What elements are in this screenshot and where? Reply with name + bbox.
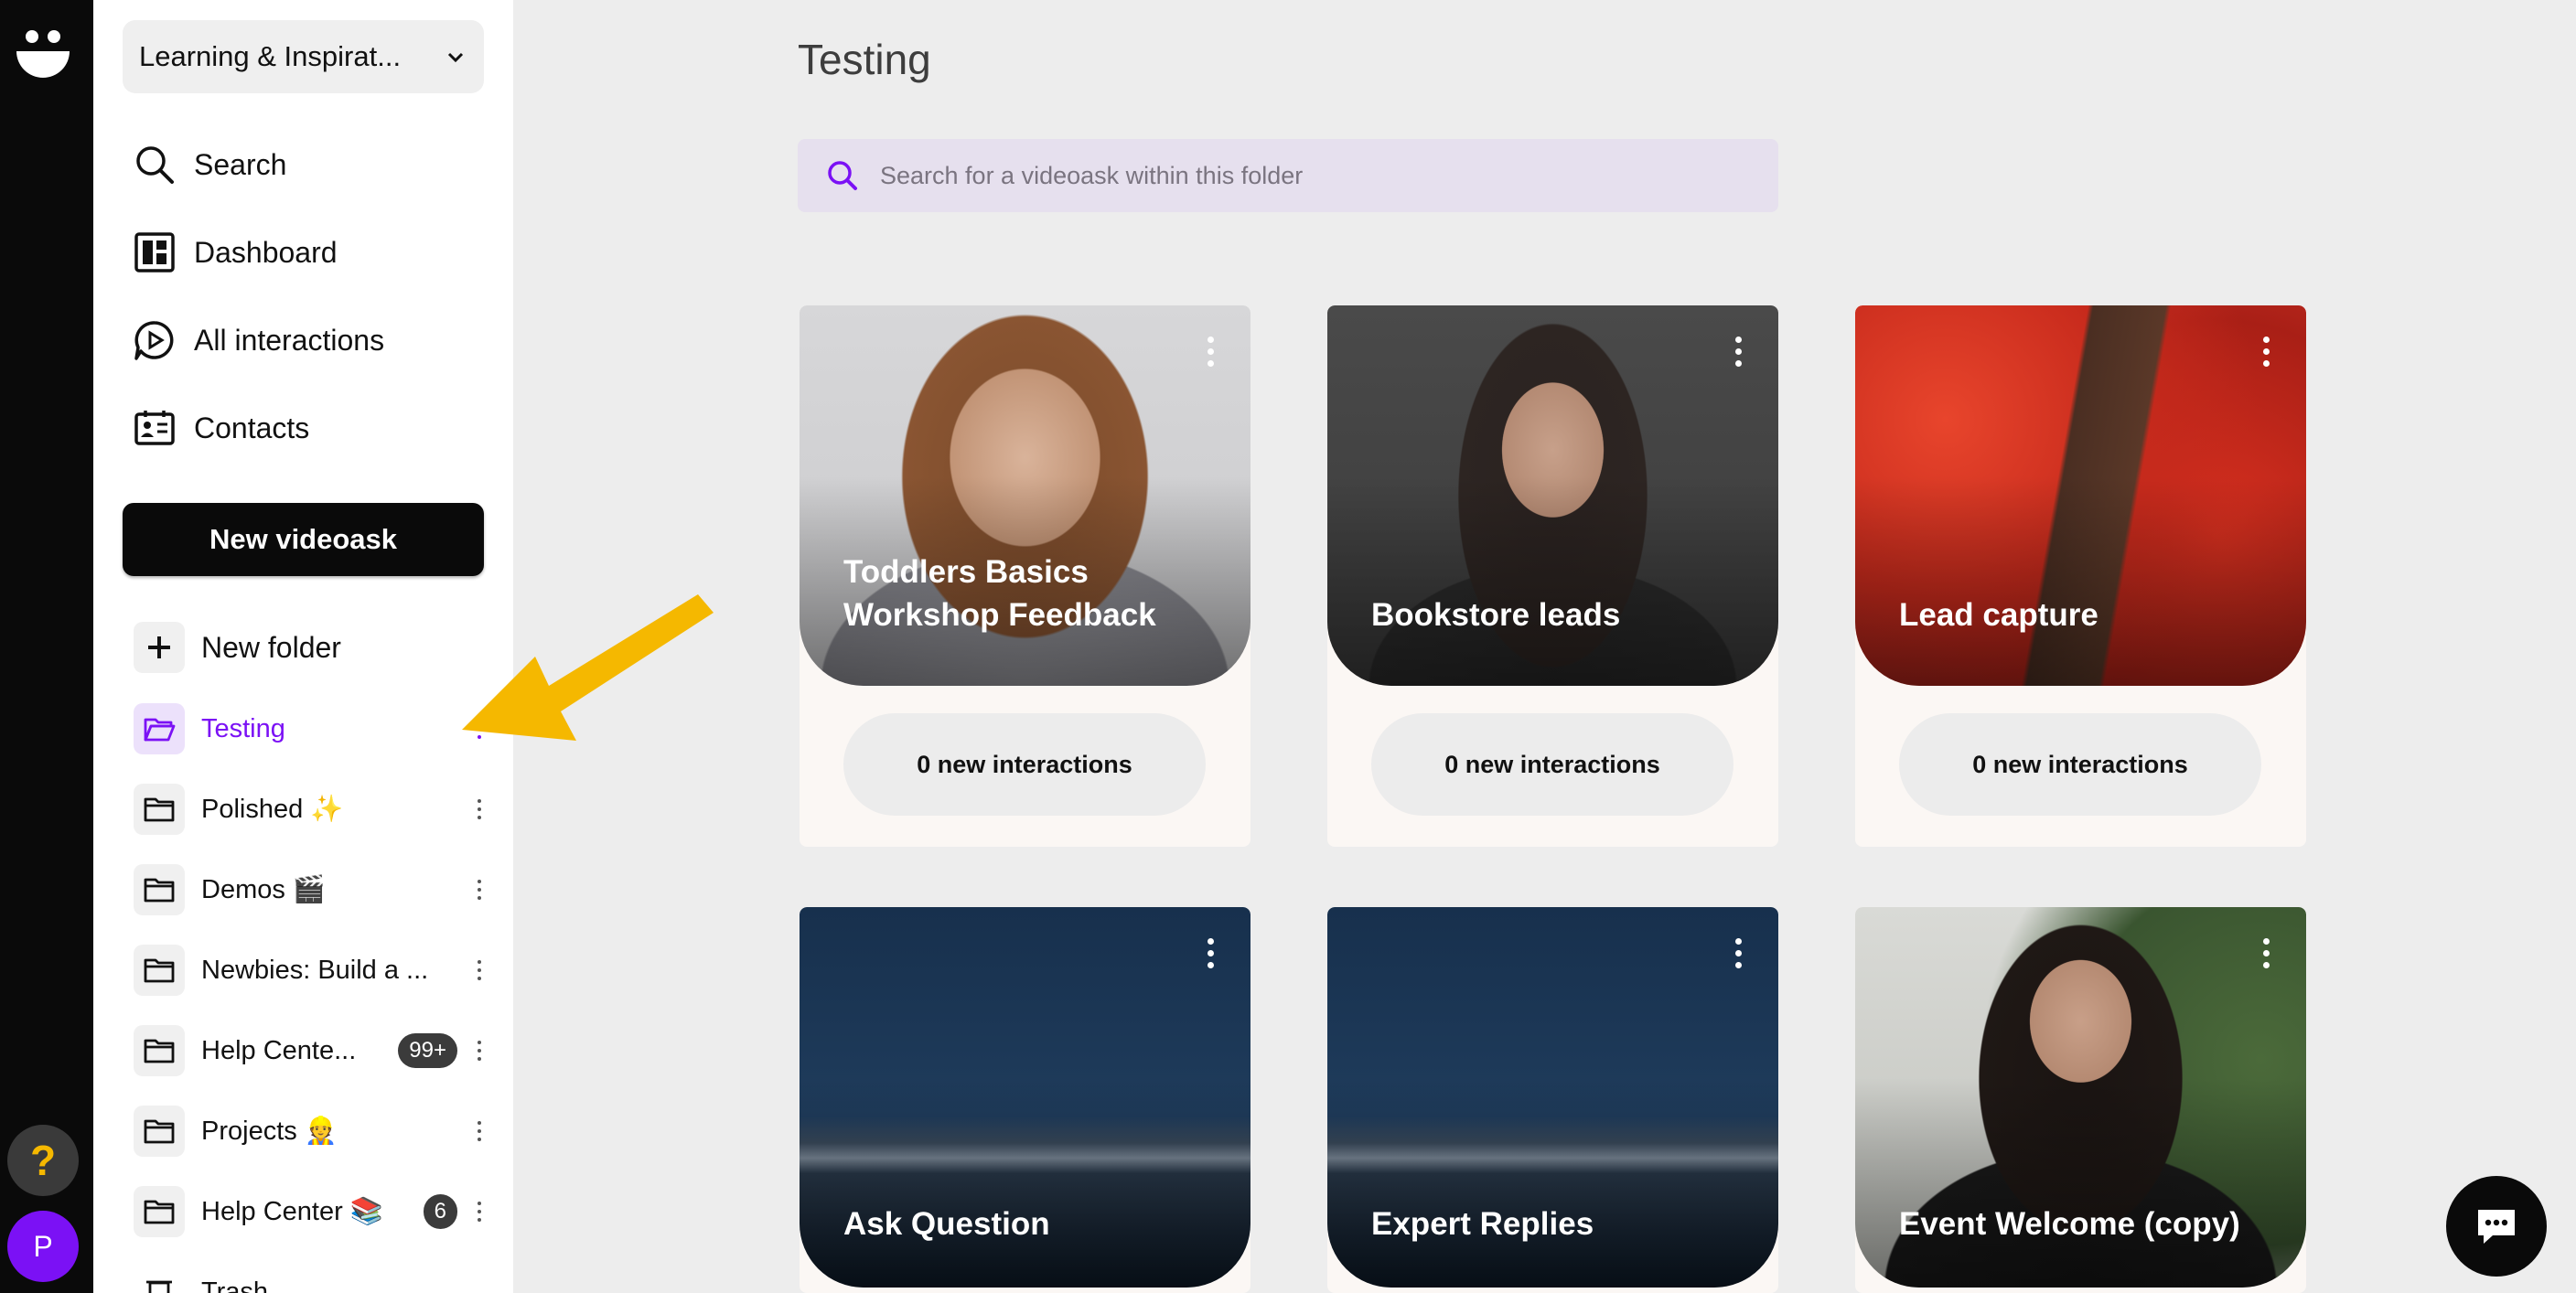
videoask-card[interactable]: Lead capture 0 new interactions bbox=[1855, 305, 2306, 847]
card-menu-icon[interactable] bbox=[1735, 938, 1742, 968]
folder-menu-icon[interactable] bbox=[470, 1113, 488, 1149]
card-title: Event Welcome (copy) bbox=[1899, 1205, 2240, 1242]
card-title: Toddlers Basics Workshop Feedback bbox=[843, 553, 1156, 633]
folder-icon bbox=[134, 1025, 185, 1076]
folder-name: Projects 👷 bbox=[201, 1117, 338, 1146]
folder-item-help-center[interactable]: Help Cente... 99+ bbox=[134, 1023, 488, 1078]
count-badge: 6 bbox=[423, 1194, 457, 1229]
help-button[interactable]: ? bbox=[7, 1125, 79, 1196]
dashboard-icon bbox=[134, 231, 176, 273]
interactions-icon bbox=[134, 319, 176, 361]
folder-icon bbox=[134, 945, 185, 996]
folder-menu-icon[interactable] bbox=[470, 952, 488, 988]
nav-label: Search bbox=[194, 147, 287, 181]
nav-label: All interactions bbox=[194, 323, 385, 357]
plus-icon bbox=[134, 622, 185, 673]
interactions-pill[interactable]: 0 new interactions bbox=[1899, 713, 2261, 816]
chevron-down-icon bbox=[447, 52, 464, 63]
folder-item-polished[interactable]: Polished ✨ bbox=[134, 782, 488, 837]
folder-icon bbox=[134, 1106, 185, 1157]
chat-support-button[interactable] bbox=[2446, 1176, 2547, 1277]
videoask-card[interactable]: Event Welcome (copy) bbox=[1855, 907, 2306, 1293]
workspace-selector[interactable]: Learning & Inspirat... bbox=[123, 20, 484, 93]
thumbnail-shade bbox=[1327, 476, 1778, 686]
folder-item-testing[interactable]: Testing bbox=[134, 701, 488, 756]
folder-name: Help Cente... bbox=[201, 1035, 357, 1065]
folder-item-newbies[interactable]: Newbies: Build a ... bbox=[134, 943, 488, 998]
new-folder-label: New folder bbox=[201, 630, 341, 664]
videoask-logo[interactable] bbox=[15, 24, 71, 80]
videoask-card[interactable]: Toddlers Basics Workshop Feedback 0 new … bbox=[800, 305, 1250, 847]
thumbnail-shade bbox=[1855, 1078, 2306, 1288]
folder-search-input[interactable] bbox=[880, 161, 1703, 190]
nav-label: Contacts bbox=[194, 411, 310, 444]
annotation-arrow bbox=[462, 594, 714, 741]
folder-icon bbox=[134, 864, 185, 915]
folder-name: Trash bbox=[201, 1277, 269, 1293]
contacts-icon bbox=[134, 407, 176, 449]
folder-menu-icon[interactable] bbox=[470, 1032, 488, 1069]
folder-item-demos[interactable]: Demos 🎬 bbox=[134, 862, 488, 917]
videoask-card[interactable]: Ask Question bbox=[800, 907, 1250, 1293]
nav-label: Dashboard bbox=[194, 235, 338, 269]
folder-menu-icon[interactable] bbox=[470, 871, 488, 908]
card-menu-icon[interactable] bbox=[1735, 337, 1742, 367]
folder-open-icon bbox=[134, 703, 185, 754]
card-menu-icon[interactable] bbox=[1208, 337, 1214, 367]
card-title: Expert Replies bbox=[1371, 1205, 1594, 1242]
nav-contacts[interactable]: Contacts bbox=[134, 401, 309, 455]
nav-all-interactions[interactable]: All interactions bbox=[134, 313, 384, 368]
interactions-pill[interactable]: 0 new interactions bbox=[1371, 713, 1733, 816]
page-title: Testing bbox=[798, 36, 931, 83]
folder-item-projects[interactable]: Projects 👷 bbox=[134, 1104, 488, 1159]
card-menu-icon[interactable] bbox=[2263, 337, 2270, 367]
card-title: Bookstore leads bbox=[1371, 596, 1621, 633]
folder-item-help-center-2[interactable]: Help Center 📚 6 bbox=[134, 1184, 488, 1239]
search-icon bbox=[828, 161, 857, 190]
count-badge: 99+ bbox=[398, 1033, 457, 1068]
videoask-card[interactable]: Bookstore leads 0 new interactions bbox=[1327, 305, 1778, 847]
folder-menu-icon[interactable] bbox=[470, 1193, 488, 1230]
videoask-card[interactable]: Expert Replies bbox=[1327, 907, 1778, 1293]
app-rail: ? P bbox=[0, 0, 93, 1293]
interactions-pill[interactable]: 0 new interactions bbox=[843, 713, 1206, 816]
folder-icon bbox=[134, 784, 185, 835]
folder-menu-icon[interactable] bbox=[470, 791, 488, 828]
new-folder-button[interactable]: New folder bbox=[134, 620, 341, 675]
folder-name: Testing bbox=[201, 713, 285, 743]
chat-icon bbox=[2478, 1210, 2515, 1244]
avatar[interactable]: P bbox=[7, 1211, 79, 1282]
thumbnail-shade bbox=[1855, 476, 2306, 686]
new-videoask-button[interactable]: New videoask bbox=[123, 503, 484, 576]
card-menu-icon[interactable] bbox=[2263, 938, 2270, 968]
folder-name: Newbies: Build a ... bbox=[201, 955, 429, 985]
folder-icon bbox=[134, 1186, 185, 1237]
folder-name: Demos 🎬 bbox=[201, 875, 327, 904]
card-title: Ask Question bbox=[843, 1205, 1050, 1242]
trash-icon bbox=[134, 1266, 185, 1293]
thumbnail-shade bbox=[1327, 1078, 1778, 1288]
folder-search-bar[interactable] bbox=[798, 139, 1778, 212]
folder-name: Help Center 📚 bbox=[201, 1197, 383, 1226]
sidebar: Learning & Inspirat... Search Dashboard … bbox=[93, 0, 513, 1293]
card-menu-icon[interactable] bbox=[1208, 938, 1214, 968]
thumbnail-shade bbox=[800, 1078, 1250, 1288]
nav-dashboard[interactable]: Dashboard bbox=[134, 225, 338, 280]
search-icon bbox=[134, 144, 176, 186]
folder-name: Polished ✨ bbox=[201, 795, 344, 824]
workspace-name: Learning & Inspirat... bbox=[139, 40, 402, 72]
card-title: Lead capture bbox=[1899, 596, 2098, 633]
folder-item-trash[interactable]: Trash bbox=[134, 1265, 488, 1293]
nav-search[interactable]: Search bbox=[134, 137, 286, 192]
